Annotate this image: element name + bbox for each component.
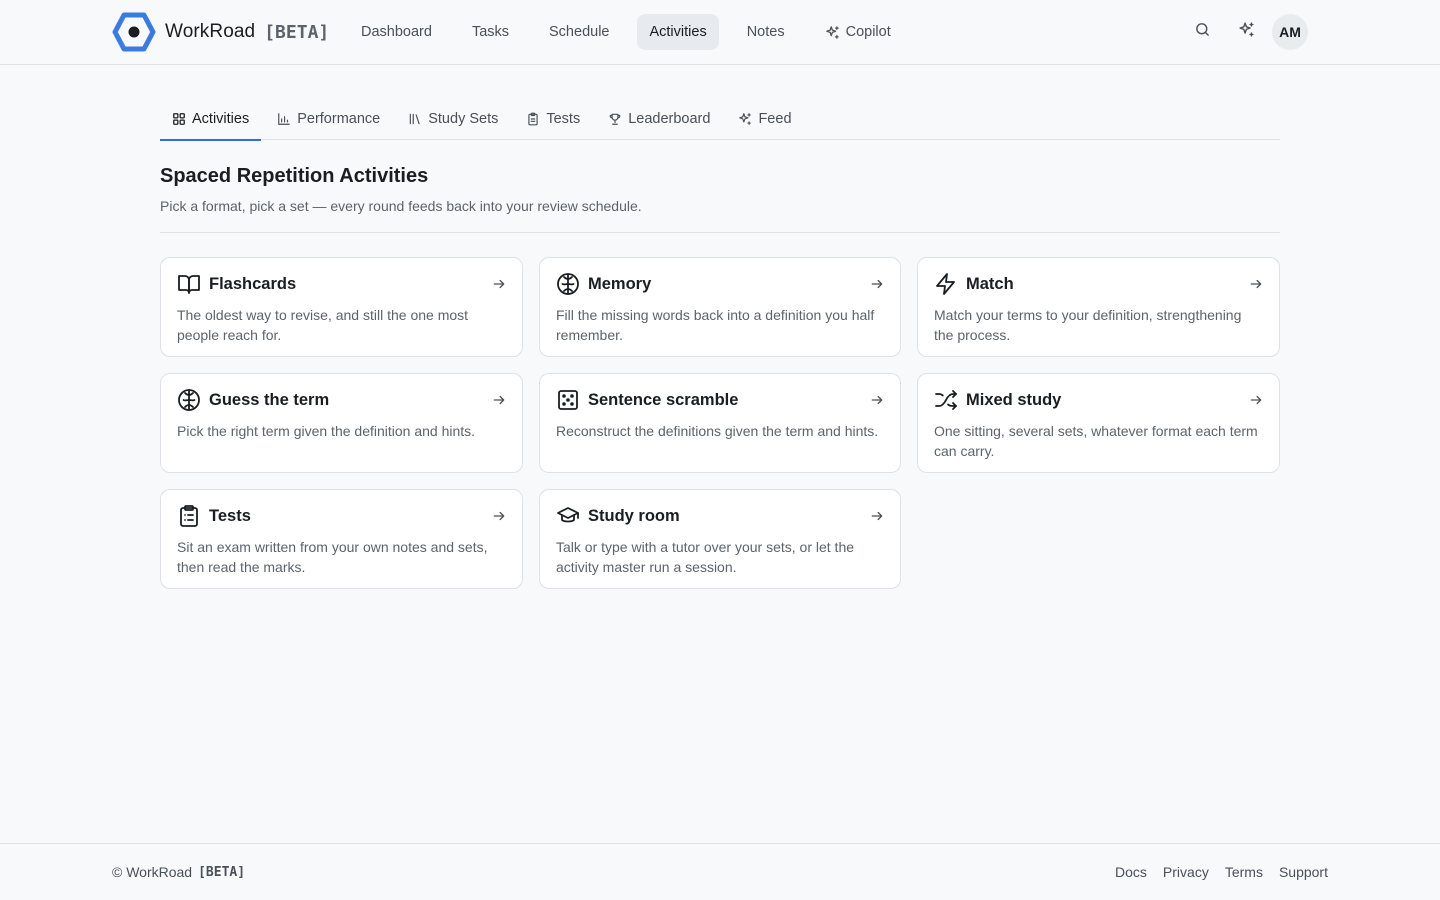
main-nav: Dashboard Tasks Schedule Activities Note… bbox=[349, 14, 903, 50]
activity-grid: Flashcards The oldest way to revise, and… bbox=[160, 257, 1280, 589]
activity-card-mixed-study[interactable]: Mixed study One sitting, several sets, w… bbox=[917, 373, 1280, 473]
footer-link-terms[interactable]: Terms bbox=[1225, 864, 1263, 880]
clipboard-icon bbox=[526, 112, 540, 126]
card-title: Mixed study bbox=[966, 390, 1062, 409]
grid-icon bbox=[172, 112, 186, 126]
arrow-right-icon bbox=[1249, 277, 1263, 291]
brand-name: WorkRoad bbox=[165, 21, 256, 42]
search-button[interactable] bbox=[1184, 14, 1220, 50]
footer-links: Docs Privacy Terms Support bbox=[1115, 864, 1328, 880]
book-open-icon bbox=[177, 272, 201, 296]
card-title: Memory bbox=[588, 274, 652, 293]
card-title: Tests bbox=[209, 506, 251, 525]
brain-icon bbox=[177, 388, 201, 412]
footer: © WorkRoad [BETA] Docs Privacy Terms Sup… bbox=[0, 843, 1440, 900]
nav-item-label: Schedule bbox=[549, 24, 610, 40]
card-title: Sentence scramble bbox=[588, 390, 739, 409]
nav-item-notes[interactable]: Notes bbox=[735, 14, 797, 50]
activity-card-tests[interactable]: Tests Sit an exam written from your own … bbox=[160, 489, 523, 589]
nav-item-label: Notes bbox=[746, 24, 785, 40]
sub-tabs: Activities Performance Study Sets Tests … bbox=[160, 97, 1280, 141]
lightning-icon bbox=[934, 272, 958, 296]
footer-copyright: © WorkRoad [BETA] bbox=[112, 864, 245, 880]
activity-card-flashcards[interactable]: Flashcards The oldest way to revise, and… bbox=[160, 257, 523, 357]
sparkle-icon bbox=[825, 25, 840, 40]
library-icon bbox=[408, 112, 422, 126]
page-title: Spaced Repetition Activities bbox=[160, 165, 429, 187]
tab-label: Leaderboard bbox=[628, 110, 711, 127]
hexagon-logo-icon bbox=[112, 12, 156, 52]
activity-card-guess-the-term[interactable]: Guess the term Pick the right term given… bbox=[160, 373, 523, 473]
copyright-text: © WorkRoad bbox=[112, 864, 193, 880]
tab-label: Feed bbox=[758, 110, 792, 127]
card-title: Match bbox=[966, 274, 1014, 293]
nav-item-copilot[interactable]: Copilot bbox=[813, 14, 903, 50]
header-actions: AM bbox=[1184, 14, 1308, 50]
tab-label: Tests bbox=[546, 110, 581, 127]
graduation-cap-icon bbox=[556, 504, 580, 528]
shuffle-icon bbox=[934, 388, 958, 412]
clipboard-list-icon bbox=[177, 504, 201, 528]
brand[interactable]: WorkRoad [BETA] bbox=[112, 12, 329, 52]
footer-link-docs[interactable]: Docs bbox=[1115, 864, 1147, 880]
card-title: Flashcards bbox=[209, 274, 297, 293]
nav-item-label: Activities bbox=[649, 24, 707, 40]
tab-label: Activities bbox=[192, 110, 250, 127]
activity-card-match[interactable]: Match Match your terms to your definitio… bbox=[917, 257, 1280, 357]
top-bar: WorkRoad [BETA] Dashboard Tasks Schedule… bbox=[0, 0, 1440, 65]
card-description: Pick the right term given the definition… bbox=[177, 423, 476, 439]
brain-icon bbox=[556, 272, 580, 296]
card-description: Reconstruct the definitions given the te… bbox=[556, 423, 879, 439]
card-description: One sitting, several sets, whatever form… bbox=[934, 423, 1258, 459]
nav-item-schedule[interactable]: Schedule bbox=[537, 14, 621, 50]
card-description: Fill the missing words back into a defin… bbox=[556, 307, 875, 343]
card-title: Guess the term bbox=[209, 390, 330, 409]
arrow-right-icon bbox=[870, 277, 884, 291]
nav-item-label: Dashboard bbox=[361, 24, 432, 40]
card-description: The oldest way to revise, and still the … bbox=[177, 307, 469, 343]
footer-beta-badge: [BETA] bbox=[198, 864, 246, 880]
divider bbox=[160, 232, 1280, 233]
bar-chart-icon bbox=[277, 112, 291, 126]
scramble-icon bbox=[556, 388, 580, 412]
trophy-icon bbox=[608, 112, 622, 126]
card-title: Study room bbox=[588, 506, 680, 525]
sparkle-icon bbox=[738, 112, 752, 126]
arrow-right-icon bbox=[870, 509, 884, 523]
tab-activities[interactable]: Activities bbox=[160, 97, 262, 141]
activity-card-sentence-scramble[interactable]: Sentence scramble Reconstruct the defini… bbox=[539, 373, 901, 473]
tab-feed[interactable]: Feed bbox=[726, 97, 803, 140]
arrow-right-icon bbox=[492, 277, 506, 291]
footer-link-support[interactable]: Support bbox=[1279, 864, 1328, 880]
tab-label: Study Sets bbox=[428, 110, 499, 127]
nav-item-label: Copilot bbox=[845, 24, 891, 40]
activity-card-study-room[interactable]: Study room Talk or type with a tutor ove… bbox=[539, 489, 901, 589]
tab-performance[interactable]: Performance bbox=[265, 97, 392, 140]
activity-card-memory[interactable]: Memory Fill the missing words back into … bbox=[539, 257, 901, 357]
card-description: Sit an exam written from your own notes … bbox=[177, 539, 488, 575]
sparkle-icon bbox=[1238, 21, 1255, 43]
search-icon bbox=[1194, 21, 1211, 43]
footer-link-privacy[interactable]: Privacy bbox=[1163, 864, 1209, 880]
arrow-right-icon bbox=[492, 393, 506, 407]
arrow-right-icon bbox=[870, 393, 884, 407]
brand-beta-badge: [BETA] bbox=[264, 21, 330, 43]
avatar[interactable]: AM bbox=[1272, 14, 1308, 50]
arrow-right-icon bbox=[492, 509, 506, 523]
nav-item-label: Tasks bbox=[471, 24, 510, 40]
tab-tests[interactable]: Tests bbox=[514, 97, 592, 140]
card-description: Match your terms to your definition, str… bbox=[934, 307, 1242, 343]
page-subtitle: Pick a format, pick a set — every round … bbox=[160, 198, 642, 214]
nav-item-activities[interactable]: Activities bbox=[637, 14, 719, 50]
tab-leaderboard[interactable]: Leaderboard bbox=[596, 97, 722, 140]
nav-item-tasks[interactable]: Tasks bbox=[460, 14, 521, 50]
tab-study-sets[interactable]: Study Sets bbox=[396, 97, 510, 140]
tab-label: Performance bbox=[297, 110, 381, 127]
card-description: Talk or type with a tutor over your sets… bbox=[556, 539, 855, 575]
nav-item-dashboard[interactable]: Dashboard bbox=[349, 14, 444, 50]
arrow-right-icon bbox=[1249, 393, 1263, 407]
ai-assistant-button[interactable] bbox=[1228, 14, 1264, 50]
